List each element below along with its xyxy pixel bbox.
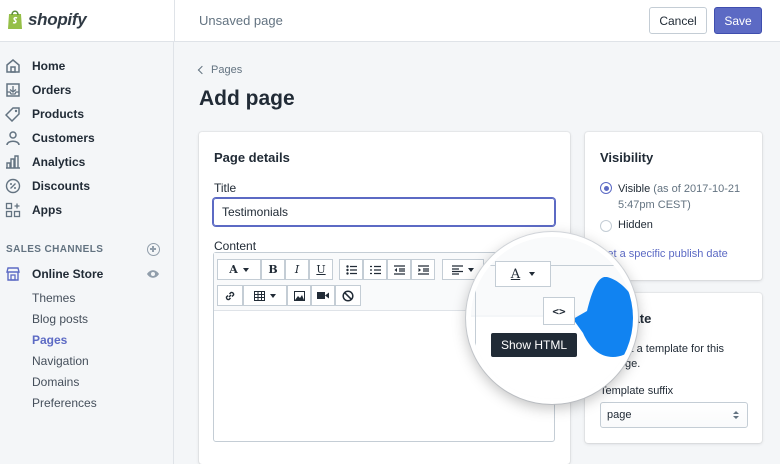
sidebar-item-discounts[interactable]: Discounts — [0, 175, 174, 197]
sidebar-item-customers[interactable]: Customers — [0, 127, 174, 149]
image-button[interactable] — [287, 285, 311, 306]
font-icon: A — [229, 263, 238, 276]
brand-wordmark: shopify — [28, 9, 87, 29]
block-icon — [342, 289, 354, 302]
sidebar-item-label: Analytics — [32, 155, 86, 169]
subnav-blog-posts[interactable]: Blog posts — [32, 312, 88, 326]
outdent-icon — [393, 264, 405, 275]
italic-button[interactable]: I — [285, 259, 309, 280]
sidebar-item-label: Discounts — [32, 179, 91, 193]
hidden-radio[interactable] — [600, 220, 612, 232]
sidebar-item-label: Home — [32, 59, 66, 73]
video-camera-icon — [317, 292, 329, 299]
sidebar-item-orders[interactable]: Orders — [0, 79, 174, 101]
sidebar-item-online-store[interactable]: Online Store — [0, 263, 174, 285]
clear-formatting-button[interactable] — [335, 285, 361, 306]
bold-button[interactable]: B — [261, 259, 285, 280]
sidebar-item-label: Orders — [32, 83, 72, 97]
page-state-text: Unsaved page — [199, 13, 283, 28]
sidebar: Home Orders Products Customers Analytics… — [0, 42, 174, 464]
image-icon — [293, 290, 305, 301]
top-bar: shopify Unsaved page Cancel Save — [0, 0, 780, 42]
shopify-logo[interactable]: shopify — [6, 9, 87, 30]
select-arrows-icon — [733, 411, 739, 419]
video-button[interactable] — [311, 285, 335, 306]
sidebar-item-products[interactable]: Products — [0, 103, 174, 125]
table-dropdown[interactable] — [243, 285, 287, 306]
tag-icon — [5, 107, 20, 122]
bullet-list-button[interactable] — [339, 259, 363, 280]
subnav-pages[interactable]: Pages — [32, 333, 67, 347]
align-left-icon — [452, 264, 463, 275]
select-value: page — [607, 409, 632, 421]
outdent-button[interactable] — [387, 259, 411, 280]
apps-icon — [5, 202, 21, 218]
template-desc-line1: ct a template for this — [625, 343, 725, 355]
sales-channels-heading: SALES CHANNELS — [6, 244, 104, 255]
magnified-text-color-dropdown[interactable]: A — [495, 261, 551, 287]
hidden-label: Hidden — [618, 219, 653, 231]
template-suffix-select[interactable]: page — [600, 402, 748, 428]
breadcrumb[interactable]: Pages — [197, 64, 243, 76]
table-icon — [254, 290, 265, 301]
magnifier-overlay: A <> Show HTML — [466, 232, 638, 404]
shopping-bag-icon — [8, 10, 22, 29]
title-label: Title — [214, 181, 237, 195]
sidebar-item-label: Online Store — [32, 267, 104, 281]
subnav-navigation[interactable]: Navigation — [32, 354, 89, 368]
visible-label: Visible (as of 2017-10-21 5:47pm CEST) — [618, 183, 741, 211]
visible-radio[interactable] — [600, 182, 612, 194]
page-title: Add page — [199, 87, 295, 110]
title-input[interactable]: Testimonials — [213, 198, 555, 226]
content-label: Content — [214, 239, 257, 253]
eye-icon[interactable] — [146, 268, 160, 280]
highlight-blob — [573, 277, 633, 357]
chevron-left-icon — [197, 65, 207, 75]
percent-icon — [5, 178, 21, 194]
link-button[interactable] — [217, 285, 243, 306]
home-icon — [6, 59, 20, 73]
underline-button[interactable]: U — [309, 259, 333, 280]
indent-button[interactable] — [411, 259, 435, 280]
show-html-button[interactable]: <> — [543, 297, 575, 325]
add-channel-icon[interactable] — [147, 243, 160, 256]
font-style-dropdown[interactable]: A — [217, 259, 261, 280]
numbered-list-icon — [369, 265, 381, 274]
divider — [174, 0, 175, 42]
link-icon — [225, 291, 235, 300]
cancel-button[interactable]: Cancel — [649, 7, 707, 34]
show-html-tooltip: Show HTML — [491, 333, 577, 357]
store-icon — [6, 267, 20, 281]
bullet-list-icon — [345, 264, 357, 275]
indent-icon — [417, 264, 429, 275]
sidebar-item-analytics[interactable]: Analytics — [0, 151, 174, 173]
save-button[interactable]: Save — [714, 7, 762, 34]
sidebar-item-label: Products — [32, 107, 85, 121]
text-color-icon: A — [510, 266, 521, 282]
subnav-preferences[interactable]: Preferences — [32, 396, 97, 410]
sidebar-item-label: Apps — [32, 203, 62, 217]
card-heading: Visibility — [600, 150, 654, 165]
sidebar-item-label: Customers — [32, 131, 95, 145]
numbered-list-button[interactable] — [363, 259, 387, 280]
sidebar-item-home[interactable]: Home — [0, 55, 174, 77]
card-heading: Page details — [214, 150, 290, 165]
orders-icon — [6, 83, 20, 97]
subnav-domains[interactable]: Domains — [32, 375, 79, 389]
subnav-themes[interactable]: Themes — [32, 291, 75, 305]
person-icon — [6, 131, 20, 146]
bar-chart-icon — [6, 155, 20, 169]
breadcrumb-label: Pages — [211, 64, 243, 76]
sidebar-item-apps[interactable]: Apps — [0, 199, 174, 221]
